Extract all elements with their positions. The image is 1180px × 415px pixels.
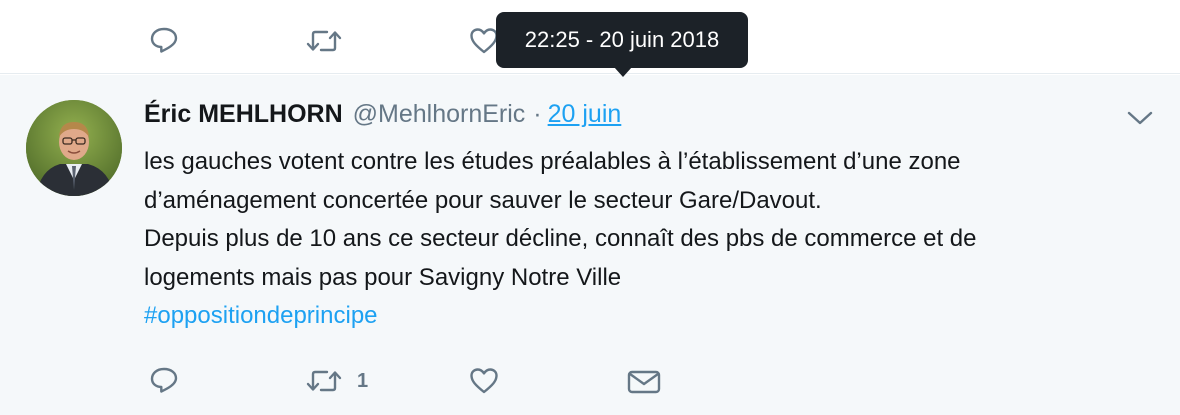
tweet-text-line: les gauches votent contre les études pré…	[144, 148, 961, 175]
hashtag-link[interactable]: #oppositiondeprincipe	[144, 302, 378, 329]
like-button[interactable]	[469, 367, 499, 394]
retweet-icon	[306, 370, 342, 392]
tweet-timestamp-link[interactable]: 20 juin	[548, 100, 622, 129]
tweet-header: Éric MEHLHORN @MehlhornEric · 20 juin	[144, 100, 621, 132]
retweet-count: 1	[357, 369, 369, 392]
retweet-icon	[306, 30, 342, 52]
reply-button[interactable]	[149, 366, 179, 394]
tooltip-arrow	[614, 67, 632, 77]
retweet-button[interactable]	[305, 28, 343, 54]
retweet-button[interactable]: 1	[305, 368, 368, 394]
reply-icon	[150, 367, 178, 393]
tweet[interactable]: Éric MEHLHORN @MehlhornEric · 20 juin le…	[0, 75, 1180, 415]
more-options-button[interactable]	[1125, 108, 1155, 128]
separator: ·	[533, 100, 542, 128]
reply-icon	[150, 27, 178, 53]
timestamp-tooltip: 22:25 - 20 juin 2018	[496, 12, 748, 68]
mail-icon	[627, 370, 661, 394]
tweet-text-line: logements mais pas pour Savigny Notre Vi…	[144, 263, 622, 291]
author-full-name[interactable]: Éric MEHLHORN	[144, 100, 343, 129]
like-button[interactable]	[469, 27, 499, 54]
direct-message-button[interactable]	[627, 370, 661, 394]
heart-icon	[470, 368, 498, 394]
tweet-text-line: d’aménagement concertée pour sauver le s…	[144, 186, 822, 214]
author-handle[interactable]: @MehlhornEric	[353, 100, 526, 129]
tweet-text-line: Depuis plus de 10 ans ce secteur décline…	[144, 225, 977, 252]
reply-button[interactable]	[149, 26, 179, 54]
heart-icon	[470, 28, 498, 54]
chevron-down-icon	[1127, 111, 1153, 125]
avatar[interactable]	[26, 100, 122, 196]
tweet-text: les gauches votent contre les études pré…	[144, 143, 1144, 336]
